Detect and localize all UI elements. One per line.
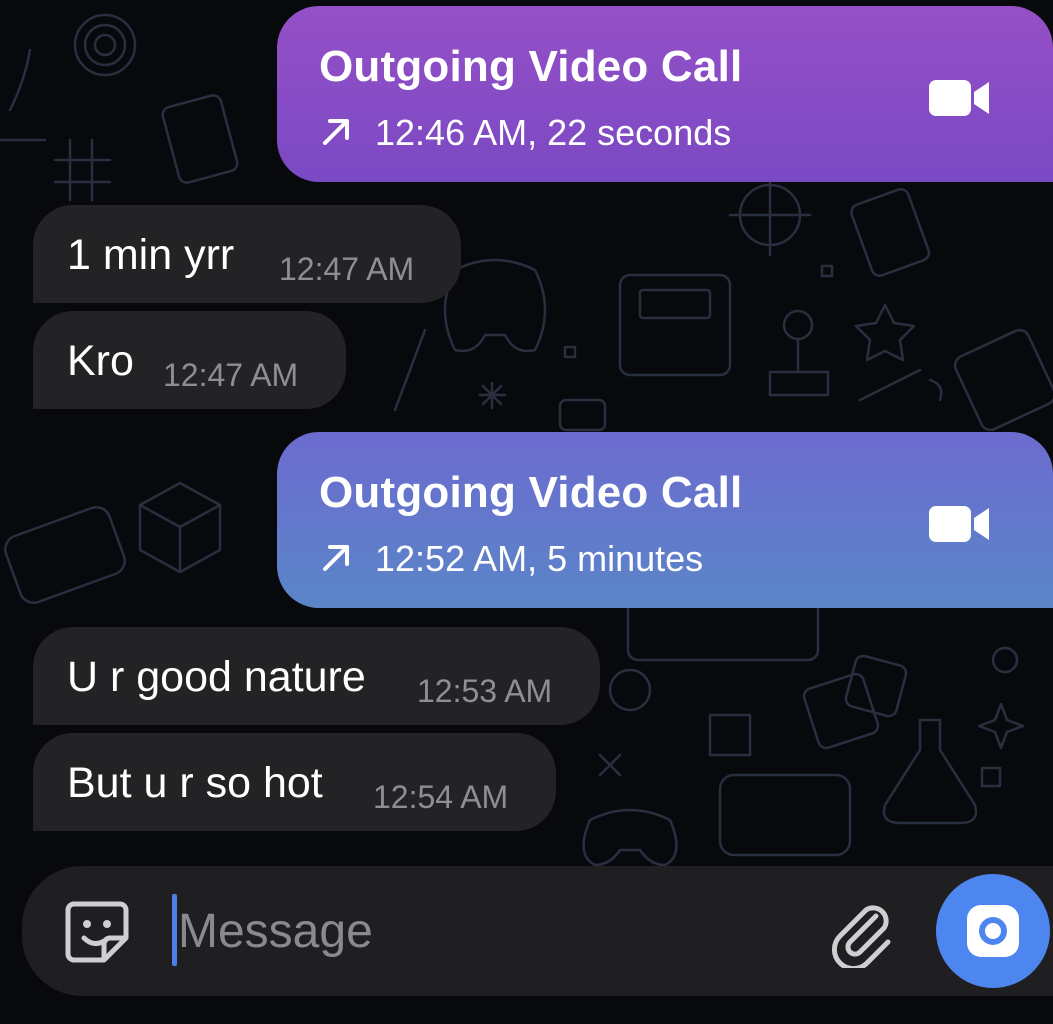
- message-input[interactable]: [172, 896, 798, 966]
- incoming-message-bubble[interactable]: Kro 12:47 AM: [33, 311, 346, 409]
- incoming-message-bubble[interactable]: 1 min yrr 12:47 AM: [33, 205, 461, 303]
- message-text: U r good nature: [67, 653, 366, 701]
- arrow-up-right-icon: [323, 545, 349, 571]
- message-composer: [22, 866, 1053, 996]
- call-meta-text: 12:46 AM, 22 seconds: [375, 112, 732, 153]
- message-text: Kro: [67, 337, 134, 385]
- paperclip-icon[interactable]: [824, 896, 896, 968]
- video-camera-icon[interactable]: [929, 78, 991, 118]
- message-time: 12:54 AM: [373, 779, 509, 815]
- message-text: 1 min yrr: [67, 231, 235, 279]
- camera-icon: [967, 905, 1019, 957]
- incoming-message-bubble[interactable]: U r good nature 12:53 AM: [33, 627, 600, 725]
- video-camera-icon[interactable]: [929, 504, 991, 544]
- message-time: 12:53 AM: [417, 673, 553, 709]
- call-title: Outgoing Video Call: [319, 42, 743, 91]
- message-text: But u r so hot: [67, 759, 323, 807]
- call-title: Outgoing Video Call: [319, 468, 743, 517]
- incoming-message-bubble[interactable]: But u r so hot 12:54 AM: [33, 733, 556, 831]
- sticker-icon[interactable]: [62, 896, 132, 966]
- outgoing-call-bubble[interactable]: Outgoing Video Call 12:46 AM, 22 seconds: [277, 6, 1053, 182]
- message-time: 12:47 AM: [279, 251, 415, 287]
- call-meta: 12:46 AM, 22 seconds: [319, 112, 731, 154]
- camera-button[interactable]: [936, 874, 1050, 988]
- outgoing-call-bubble[interactable]: Outgoing Video Call 12:52 AM, 5 minutes: [277, 432, 1053, 608]
- message-time: 12:47 AM: [163, 357, 299, 393]
- call-meta-text: 12:52 AM, 5 minutes: [375, 538, 704, 579]
- arrow-up-right-icon: [323, 119, 349, 145]
- call-meta: 12:52 AM, 5 minutes: [319, 538, 703, 580]
